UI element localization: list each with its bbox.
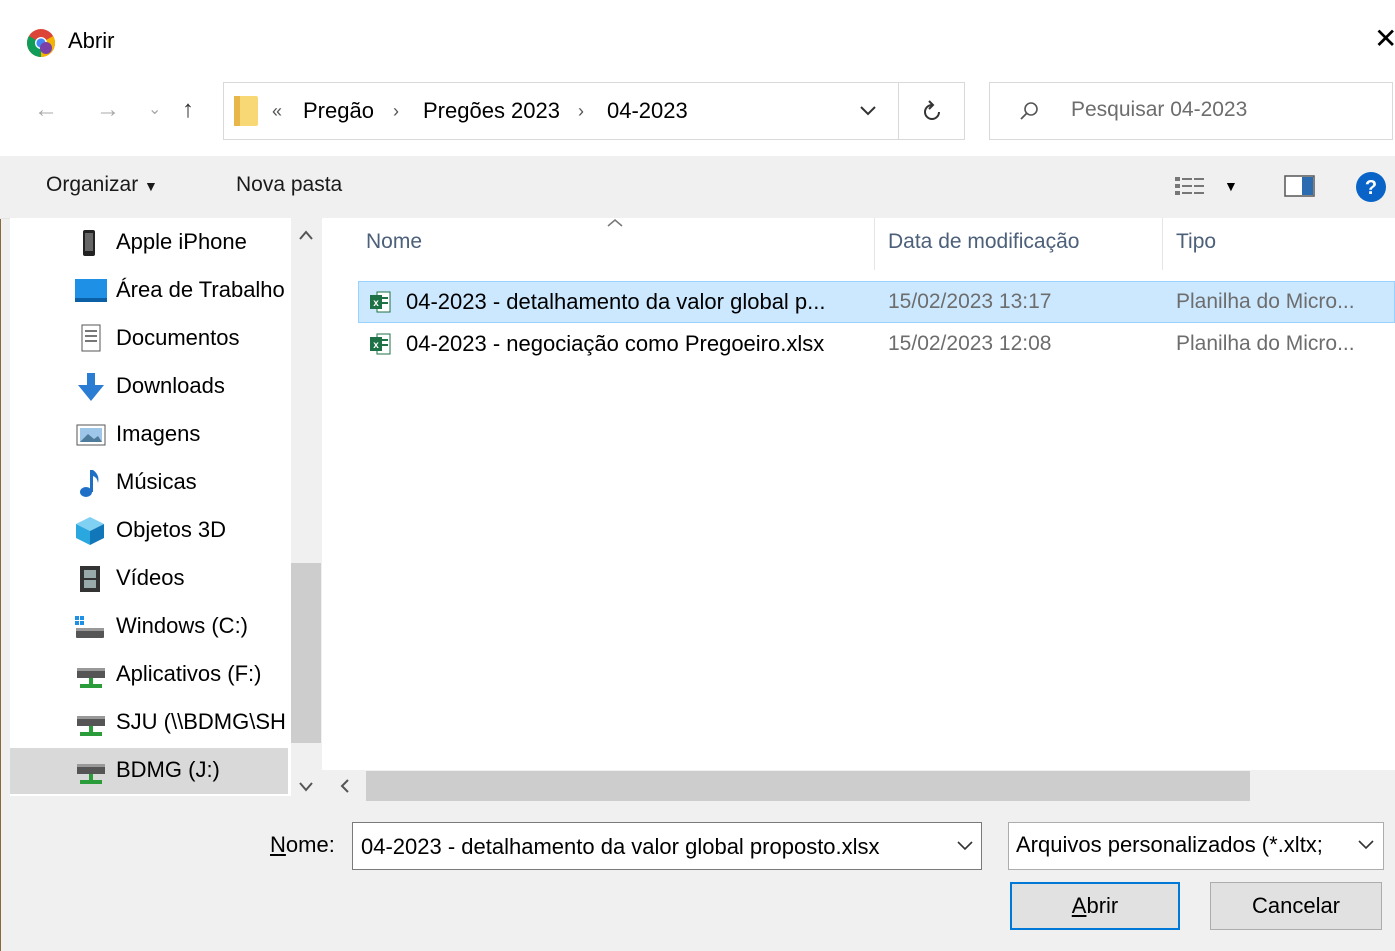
address-divider <box>898 82 899 140</box>
cancel-button[interactable]: Cancelar <box>1210 882 1382 930</box>
file-type-filter-value[interactable]: Arquivos personalizados (*.xltx; <box>1016 832 1323 858</box>
chrome-app-icon <box>27 29 55 57</box>
organize-label: Organizar <box>46 173 139 196</box>
view-caret-down-icon[interactable]: ▼ <box>1224 178 1238 194</box>
network-drive-icon <box>77 764 105 784</box>
videos-icon <box>80 566 100 592</box>
breadcrumb-pregao[interactable]: Pregão <box>303 98 374 124</box>
open-button-label: brir <box>1086 893 1119 918</box>
forward-arrow-icon[interactable]: → <box>96 96 120 124</box>
open-button-accel: A <box>1071 893 1087 918</box>
preview-pane-icon[interactable] <box>1284 174 1316 198</box>
back-arrow-icon[interactable]: ← <box>34 96 58 124</box>
sidebar-item-area-de-trabalho[interactable]: Área de Trabalho <box>116 268 290 312</box>
title-bar <box>0 0 1395 80</box>
open-button[interactable]: Abrir <box>1010 882 1180 930</box>
excel-file-icon: x <box>370 333 391 355</box>
objects-3d-icon <box>76 517 104 545</box>
caret-down-icon: ▼ <box>144 178 158 194</box>
file-name[interactable]: 04-2023 - negociação como Pregoeiro.xlsx <box>406 331 824 357</box>
column-header-name[interactable]: Nome <box>366 230 422 254</box>
breadcrumb-separator-icon[interactable]: › <box>578 101 584 122</box>
network-drive-icon <box>77 668 105 688</box>
breadcrumb-separator-icon[interactable]: › <box>393 101 399 122</box>
file-name-label: Nome: <box>270 832 335 858</box>
column-header-modified[interactable]: Data de modificação <box>888 230 1079 254</box>
breadcrumb-overflow[interactable]: « <box>272 101 282 122</box>
filter-dropdown-chevron-icon[interactable] <box>1358 840 1374 850</box>
up-arrow-icon[interactable]: ↑ <box>182 96 194 124</box>
breadcrumb-pregoes-2023[interactable]: Pregões 2023 <box>423 98 560 124</box>
file-name-label-rest: ome: <box>285 832 335 857</box>
recent-locations-chevron-icon[interactable]: ⌄ <box>148 99 161 119</box>
sidebar-item-sju[interactable]: SJU (\\BDMG\SH <box>116 700 290 744</box>
scroll-up-chevron-icon[interactable] <box>299 230 313 240</box>
new-folder-button[interactable]: Nova pasta <box>236 173 342 197</box>
navigation-scrollbar-thumb[interactable] <box>291 563 321 743</box>
windows-drive-icon <box>75 616 104 638</box>
network-drive-icon <box>77 716 105 736</box>
refresh-icon[interactable] <box>920 98 944 124</box>
breadcrumb-04-2023[interactable]: 04-2023 <box>607 98 688 124</box>
search-icon <box>1020 102 1038 120</box>
file-name-dropdown-chevron-icon[interactable] <box>957 841 973 851</box>
window-title: Abrir <box>68 28 115 53</box>
documents-icon <box>81 324 101 352</box>
folder-icon <box>234 96 258 126</box>
pictures-icon <box>76 424 106 446</box>
downloads-icon <box>78 373 104 401</box>
close-icon[interactable]: ✕ <box>1374 24 1395 54</box>
horizontal-scrollbar-thumb[interactable] <box>366 771 1250 801</box>
column-divider[interactable] <box>1162 218 1163 270</box>
svg-text:?: ? <box>1365 177 1377 199</box>
phone-icon <box>83 230 95 256</box>
desktop-icon <box>75 279 107 302</box>
file-modified: 15/02/2023 12:08 <box>888 332 1052 355</box>
svg-text:x: x <box>373 340 379 351</box>
scroll-left-chevron-icon[interactable] <box>340 779 350 793</box>
svg-text:x: x <box>373 298 379 309</box>
file-name-value[interactable]: 04-2023 - detalhamento da valor global p… <box>361 834 880 860</box>
file-type: Planilha do Micro... <box>1176 332 1355 355</box>
sort-ascending-icon <box>607 219 623 227</box>
scroll-down-chevron-icon[interactable] <box>299 782 313 792</box>
help-icon[interactable]: ? <box>1355 171 1387 203</box>
music-icon <box>80 470 99 497</box>
column-divider[interactable] <box>874 218 875 270</box>
organize-button[interactable]: Organizar ▼ <box>46 173 158 197</box>
address-dropdown-chevron-icon[interactable] <box>860 106 876 116</box>
search-placeholder[interactable]: Pesquisar 04-2023 <box>1071 98 1247 122</box>
file-name[interactable]: 04-2023 - detalhamento da valor global p… <box>406 289 826 315</box>
excel-file-icon: x <box>370 291 391 313</box>
file-modified: 15/02/2023 13:17 <box>888 290 1052 313</box>
column-header-type[interactable]: Tipo <box>1176 230 1216 254</box>
file-type: Planilha do Micro... <box>1176 290 1355 313</box>
file-name-label-accel: N <box>270 832 286 857</box>
view-options-icon[interactable] <box>1174 175 1208 197</box>
